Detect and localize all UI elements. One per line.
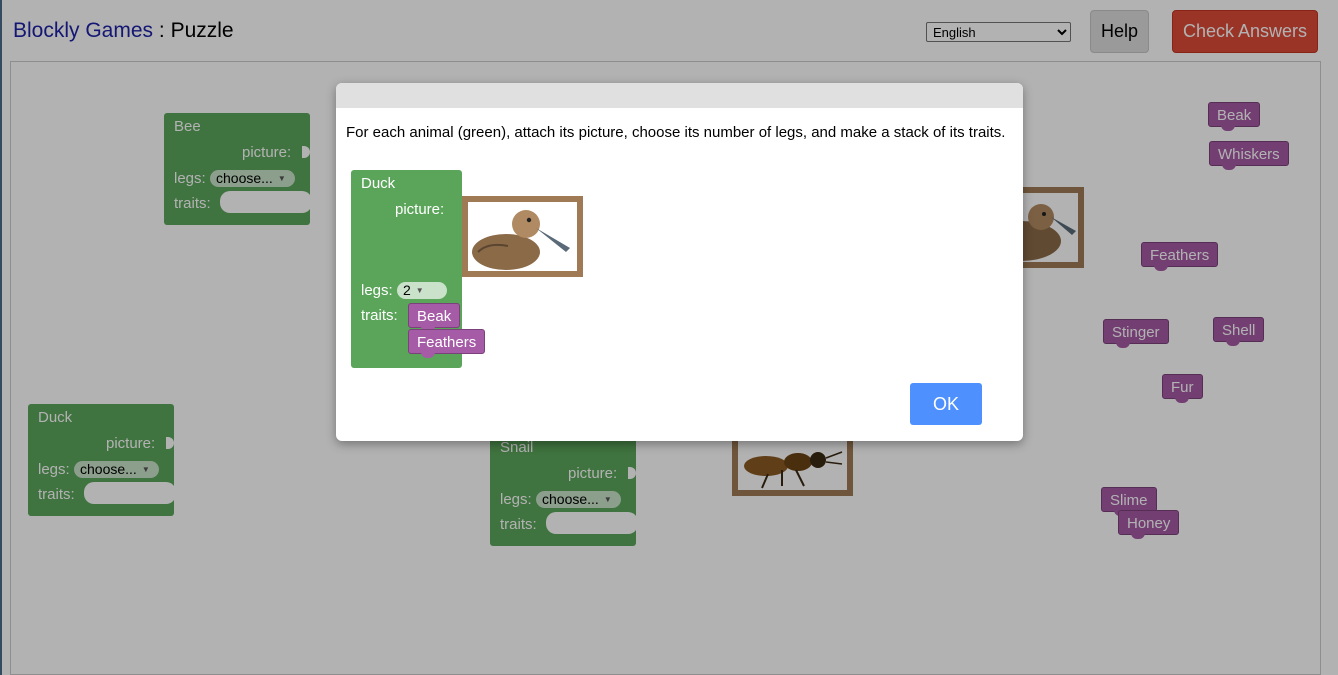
legs-label: legs: bbox=[361, 282, 393, 299]
dialog-instructions: For each animal (green), attach its pict… bbox=[346, 124, 1006, 141]
duck-image-icon bbox=[472, 210, 570, 270]
picture-label: picture: bbox=[395, 201, 445, 218]
duck-picture bbox=[468, 202, 577, 271]
example-trait-beak: Beak bbox=[408, 303, 461, 332]
dropdown-arrow-icon: ▼ bbox=[415, 286, 424, 295]
legs-dropdown: 2 ▼ bbox=[397, 282, 447, 299]
dialog-title-bar[interactable] bbox=[336, 83, 1023, 108]
example-trait-feathers: Feathers bbox=[408, 329, 486, 358]
legs-value: 2 bbox=[403, 282, 411, 298]
animal-name: Duck bbox=[361, 175, 396, 192]
example-picture-block-duck bbox=[462, 196, 583, 277]
traits-label: traits: bbox=[361, 307, 398, 324]
ok-button[interactable]: OK bbox=[910, 383, 982, 425]
help-dialog: For each animal (green), attach its pict… bbox=[336, 83, 1023, 441]
